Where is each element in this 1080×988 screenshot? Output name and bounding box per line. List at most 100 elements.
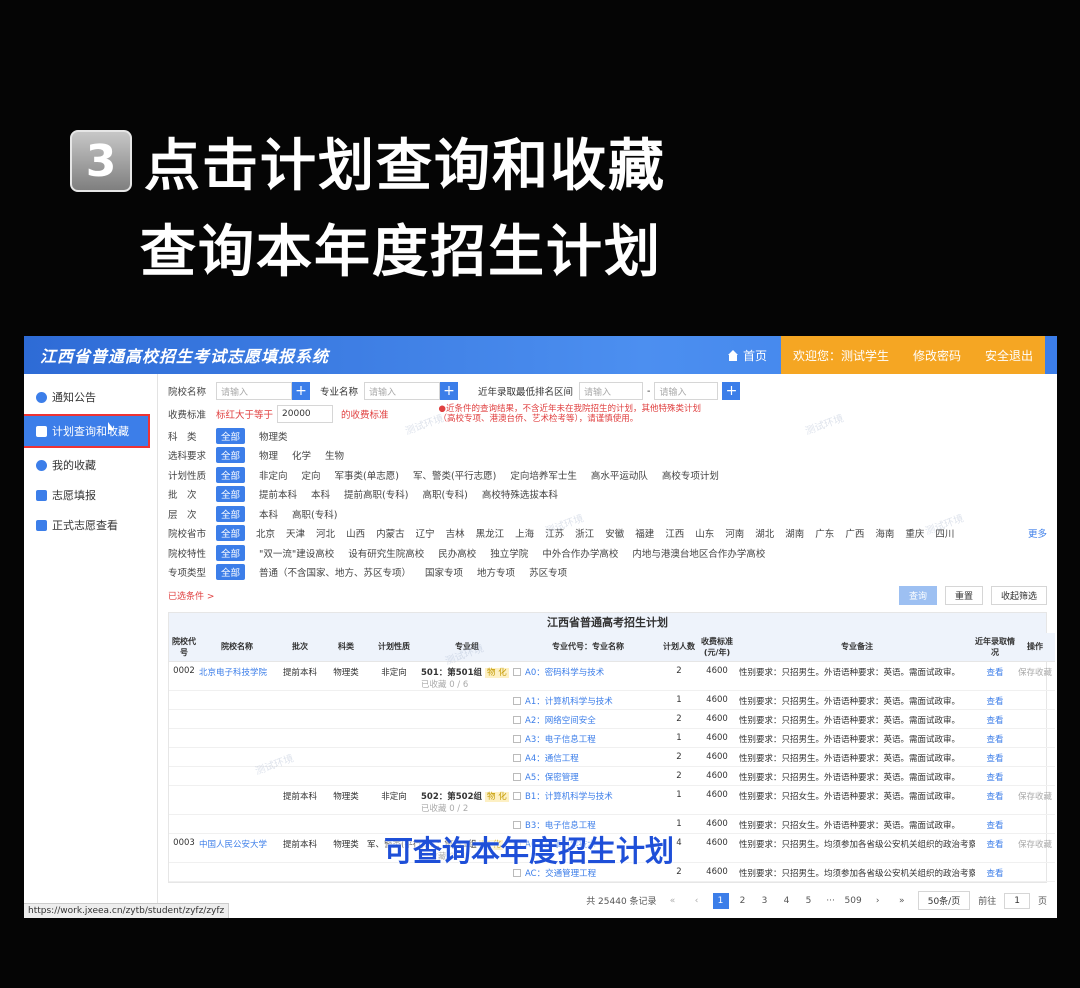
filter-option[interactable]: 物理 [259,448,278,462]
cell-text[interactable]: 北京电子科技学院 [199,668,267,678]
filter-option[interactable]: 物理类 [259,429,288,443]
filter-option[interactable]: 非定向 [259,468,288,482]
filter-option[interactable]: 全部 [216,427,246,444]
filter-option[interactable]: 军事类(单志愿) [335,468,399,482]
per-page-select[interactable]: 50条/页 [917,891,971,910]
major-name-link[interactable]: B1：计算机科学与技术 [525,792,613,802]
save-favorite-button[interactable]: 保存收藏 [1018,840,1052,850]
filter-option[interactable]: 民办高校 [438,546,476,560]
change-password-link[interactable]: 修改密码 [913,347,961,364]
sidebar-item-favorites[interactable]: 我的收藏 [24,452,157,478]
filter-option[interactable]: 定向 [302,468,321,482]
view-history-link[interactable]: 查看 [986,668,1003,678]
page-number-button[interactable]: 5 [801,893,817,909]
filter-option[interactable]: 全部 [216,525,246,542]
filter-option[interactable]: 广东 [815,526,834,540]
page-number-button[interactable]: 509 [845,893,862,909]
major-name-link[interactable]: A4：通信工程 [525,754,579,764]
filter-option[interactable]: 独立学院 [490,546,528,560]
view-history-link[interactable]: 查看 [986,754,1003,764]
page-number-button[interactable]: ··· [823,893,839,909]
save-favorite-button[interactable]: 保存收藏 [1018,792,1052,802]
page-number-button[interactable]: 4 [779,893,795,909]
select-checkbox[interactable] [513,667,521,676]
filter-option[interactable]: 广西 [845,526,864,540]
more-provinces-link[interactable]: 更多 [1028,526,1047,540]
filter-option[interactable]: 生物 [325,448,344,462]
filter-option[interactable]: 河北 [316,526,335,540]
page-number-button[interactable]: 3 [757,893,773,909]
select-checkbox[interactable] [513,753,521,762]
major-name-link[interactable]: A2：网络空间安全 [525,716,596,726]
filter-option[interactable]: 全部 [216,505,246,522]
view-history-link[interactable]: 查看 [986,869,1003,879]
filter-option[interactable]: 军、警类(平行志愿) [413,468,496,482]
filter-option[interactable]: 高职(专科) [292,507,337,521]
school-add-button[interactable]: + [292,382,310,400]
prev-page-icon[interactable]: ‹ [689,893,705,909]
page-number-button[interactable]: 1 [712,892,729,909]
filter-option[interactable]: 地方专项 [477,565,515,579]
filter-option[interactable]: 定向培养军士生 [510,468,577,482]
major-name-link[interactable]: AC：交通管理工程 [525,869,596,879]
filter-option[interactable]: 辽宁 [416,526,435,540]
filter-option[interactable]: 国家专项 [425,565,463,579]
major-name-link[interactable]: A1：计算机科学与技术 [525,697,613,707]
select-checkbox[interactable] [513,696,521,705]
view-history-link[interactable]: 查看 [986,697,1003,707]
view-history-link[interactable]: 查看 [986,792,1003,802]
filter-option[interactable]: 高水平运动队 [591,468,648,482]
filter-option[interactable]: 北京 [256,526,275,540]
view-history-link[interactable]: 查看 [986,773,1003,783]
selected-conditions[interactable]: 已选条件 > [168,589,214,602]
filter-option[interactable]: 福建 [635,526,654,540]
filter-option[interactable]: 苏区专项 [529,565,567,579]
filter-option[interactable]: 提前本科 [259,487,297,501]
filter-option[interactable]: 内地与港澳台地区合作办学高校 [632,546,765,560]
reset-button[interactable]: 重置 [944,585,983,605]
major-name-link[interactable]: A5：保密管理 [525,773,579,783]
fee-input[interactable]: 20000 [277,405,334,423]
rank-min-input[interactable]: 请输入 [579,382,644,400]
logout-link[interactable]: 安全退出 [985,347,1033,364]
major-add-button[interactable]: + [440,382,459,400]
filter-option[interactable]: 本科 [259,507,278,521]
sidebar-item-apply[interactable]: 志愿填报 [24,482,157,508]
filter-option[interactable]: 浙江 [575,526,594,540]
select-checkbox[interactable] [513,791,521,800]
filter-option[interactable]: 高校特殊选拔本科 [482,487,558,501]
filter-option[interactable]: 山西 [346,526,365,540]
filter-option[interactable]: 江西 [665,526,684,540]
sidebar-item-plan-query[interactable]: 计划查询和收藏 [24,414,150,448]
filter-option[interactable]: 吉林 [446,526,465,540]
select-checkbox[interactable] [513,715,521,724]
filter-option[interactable]: 全部 [216,447,246,464]
filter-option[interactable]: 黑龙江 [476,526,505,540]
filter-option[interactable]: 普通（不含国家、地方、苏区专项） [259,565,411,579]
filter-option[interactable]: 全部 [216,564,246,581]
home-link[interactable]: 首页 [727,347,767,364]
filter-option[interactable]: 海南 [875,526,894,540]
save-favorite-button[interactable]: 保存收藏 [1018,668,1052,678]
major-name-input[interactable]: 请输入 [364,382,441,400]
page-number-button[interactable]: 2 [735,893,751,909]
next-page-icon[interactable]: › [870,893,886,909]
last-page-icon[interactable]: » [894,893,910,909]
select-checkbox[interactable] [513,734,521,743]
filter-option[interactable]: 天津 [286,526,305,540]
school-name-input[interactable]: 请输入 [216,382,292,400]
sidebar-item-official[interactable]: 正式志愿查看 [24,512,157,538]
filter-option[interactable]: 湖南 [785,526,804,540]
view-history-link[interactable]: 查看 [986,735,1003,745]
major-name-link[interactable]: A0：密码科学与技术 [525,668,604,678]
cell-text[interactable]: 中国人民公安大学 [199,840,267,850]
filter-option[interactable]: 高职(专科) [422,487,467,501]
search-button[interactable]: 查询 [898,585,937,605]
collapse-filter-button[interactable]: 收起筛选 [990,585,1047,605]
filter-option[interactable]: 提前高职(专科) [344,487,408,501]
filter-option[interactable]: "双一流"建设高校 [259,546,334,560]
filter-option[interactable]: 中外合作办学高校 [542,546,618,560]
filter-option[interactable]: 重庆 [905,526,924,540]
filter-option[interactable]: 全部 [216,544,246,561]
filter-option[interactable]: 化学 [292,448,311,462]
